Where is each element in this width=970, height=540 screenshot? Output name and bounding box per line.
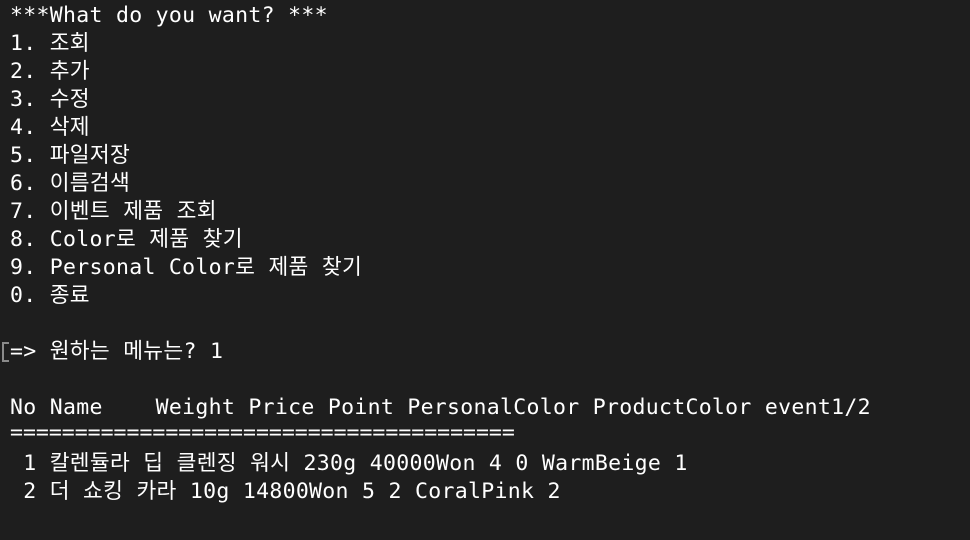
menu-item-find-by-color: 8. Color로 제품 찾기 [10,227,243,252]
menu-item-save-file: 5. 파일저장 [10,143,131,168]
table-row: 2 더 쇼킹 카라 10g 14800Won 5 2 CoralPink 2 [10,479,561,504]
menu-title: ***What do you want? *** [10,3,328,28]
table-row: 1 칼렌듈라 딥 클렌징 워시 230g 40000Won 4 0 WarmBe… [10,451,688,476]
table-separator: ======================================= [10,420,515,445]
menu-item-view: 1. 조회 [10,31,90,56]
menu-item-search-name: 6. 이름검색 [10,171,131,196]
menu-item-edit: 3. 수정 [10,87,90,112]
table-header: No Name Weight Price Point PersonalColor… [10,395,871,420]
terminal-window: ***What do you want? *** 1. 조회 2. 추가 3. … [0,0,970,540]
menu-item-delete: 4. 삭제 [10,115,90,140]
prompt-mark-bracket [2,342,9,362]
menu-item-find-by-personal-color: 9. Personal Color로 제품 찾기 [10,255,363,280]
menu-item-add: 2. 추가 [10,59,90,84]
menu-item-event-products: 7. 이벤트 제품 조회 [10,199,217,224]
menu-prompt-input[interactable]: => 원하는 메뉴는? 1 [10,338,970,366]
menu-item-exit: 0. 종료 [10,283,90,308]
